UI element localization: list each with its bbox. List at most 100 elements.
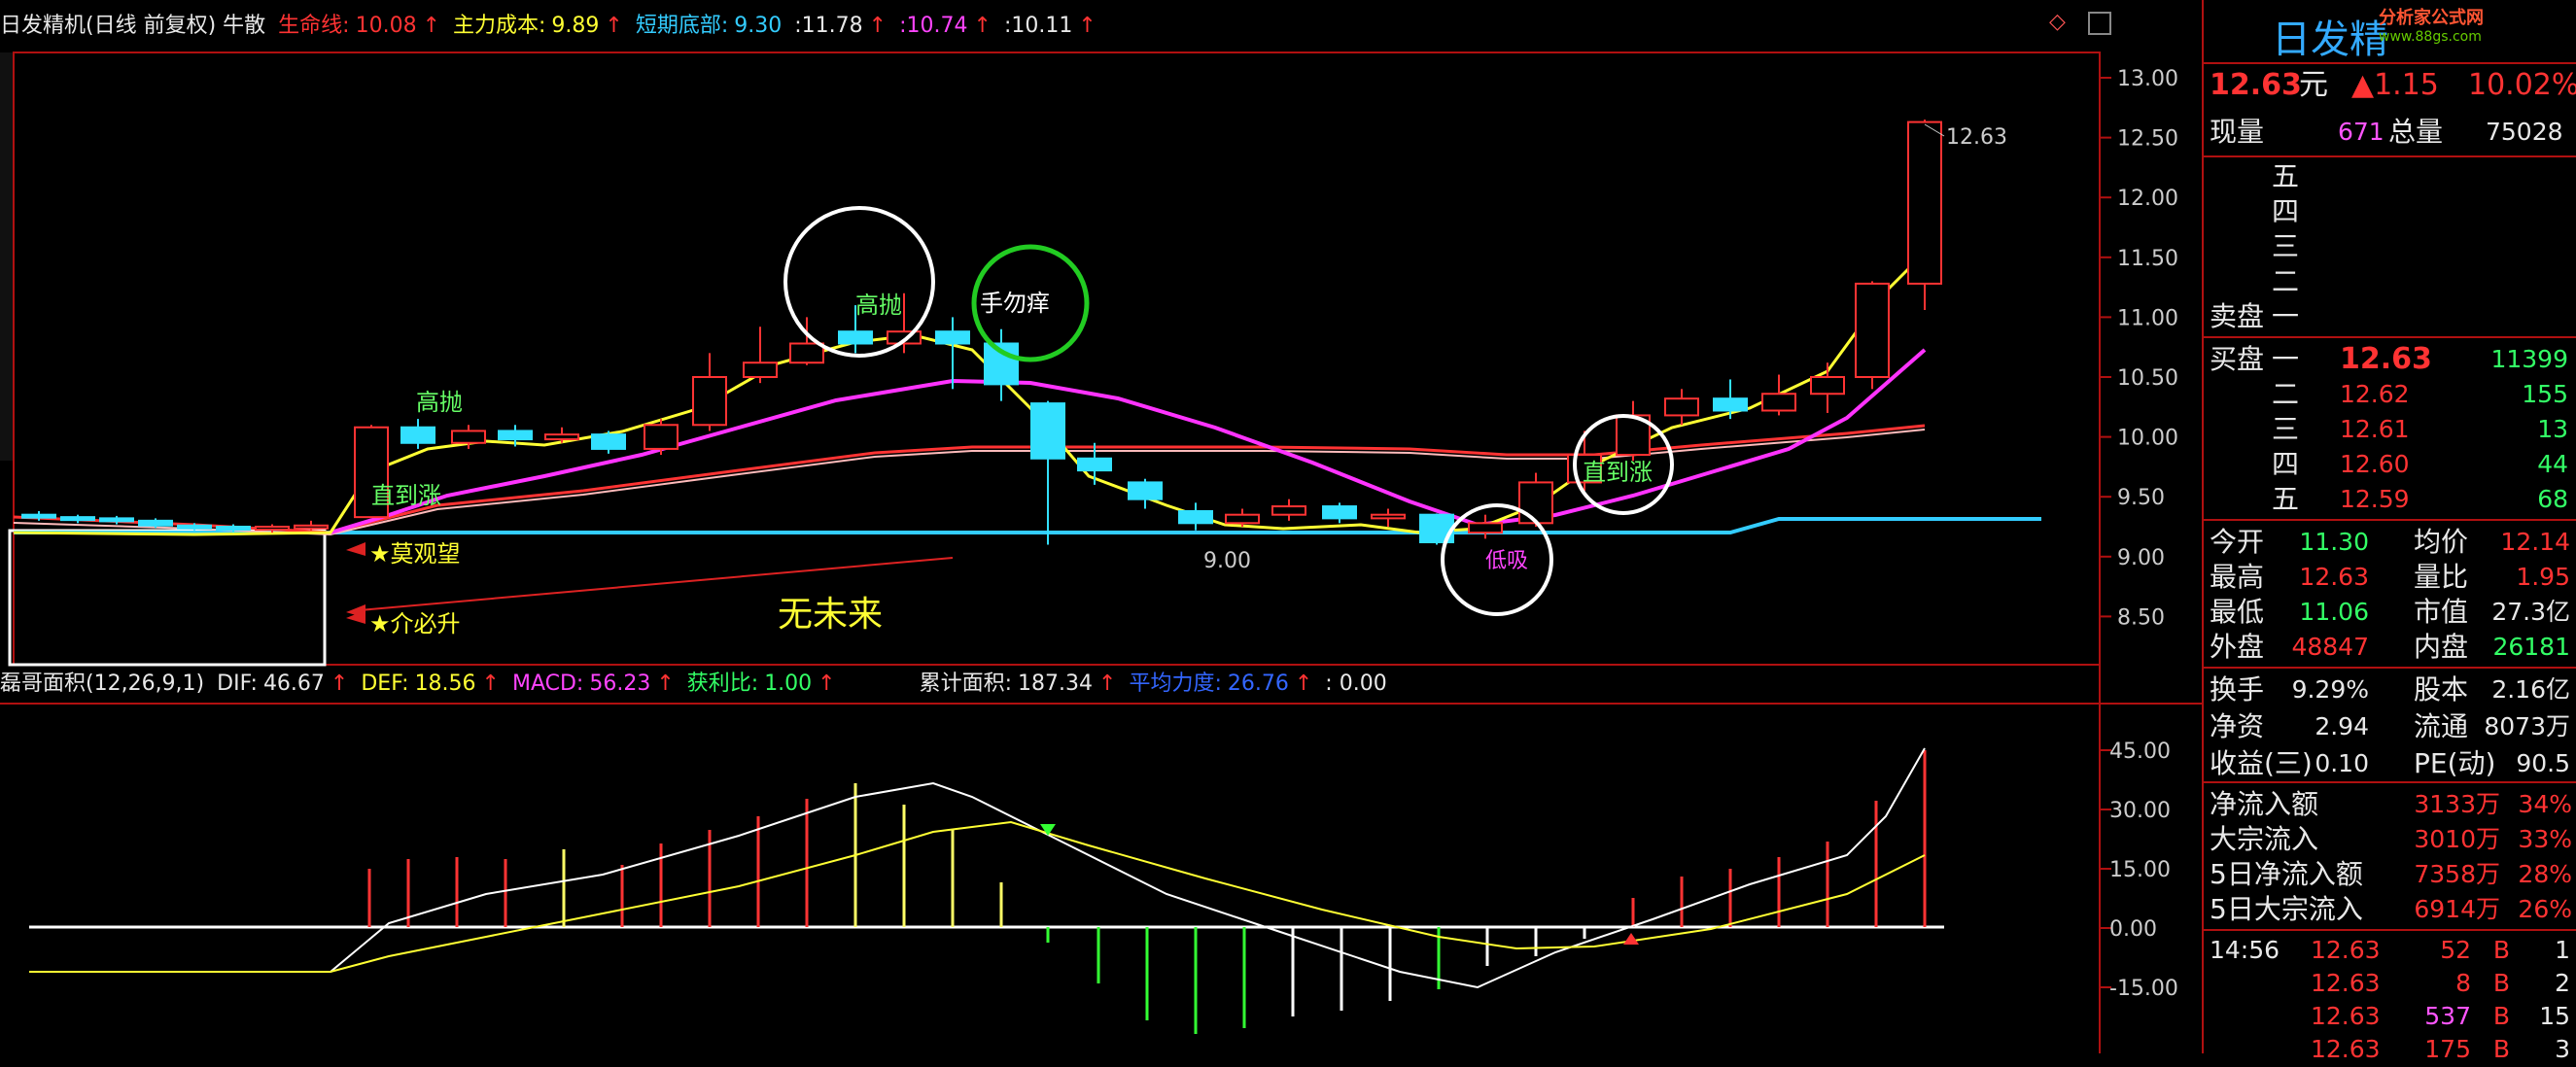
macd-bars bbox=[367, 750, 1927, 1034]
macd-label: MACD: bbox=[511, 671, 584, 696]
candle-up bbox=[544, 433, 579, 441]
up-arrow-icon: ↑ bbox=[481, 671, 500, 696]
stats-row: 最低 11.06 市值 27.3亿 bbox=[2210, 596, 2570, 628]
candle-down bbox=[838, 330, 873, 345]
sell-level-row: 卖盘一 bbox=[2210, 300, 2300, 332]
candle-down bbox=[1077, 457, 1112, 472]
candle-up bbox=[1271, 505, 1306, 516]
buy-level-row: 四 12.60 44 bbox=[2272, 448, 2568, 480]
zero-value: : 0.00 bbox=[1325, 671, 1387, 696]
y-tick-label: 10.50 bbox=[2117, 366, 2178, 391]
gaopao-label: 高抛 bbox=[855, 292, 902, 319]
sub-y-tick-label: 15.00 bbox=[2109, 858, 2171, 882]
up-arrow-icon: ↑ bbox=[1294, 671, 1313, 696]
stats-row: 换手 9.29% 股本 2.16亿 bbox=[2210, 673, 2570, 706]
stats-row: 净资 2.94 流通 8073万 bbox=[2210, 710, 2570, 742]
ratio-value: 1.00 bbox=[764, 671, 813, 696]
tick-row[interactable]: 12.63 8 B 2 bbox=[2204, 966, 2576, 1001]
sub-y-tick-label: 30.00 bbox=[2109, 799, 2171, 823]
candle-up bbox=[743, 361, 778, 379]
y-tick-label: 12.50 bbox=[2117, 127, 2178, 152]
candle-down bbox=[177, 524, 212, 530]
cum-label: 累计面积: bbox=[919, 671, 1013, 696]
candle-down bbox=[591, 433, 626, 450]
highlight-box bbox=[8, 529, 327, 667]
up-arrow-icon: ↑ bbox=[1098, 671, 1117, 696]
price-change: ▲1.15 bbox=[2351, 68, 2439, 102]
def-line bbox=[29, 820, 1926, 973]
up-arrow-icon: ↑ bbox=[330, 671, 349, 696]
up-arrow-icon bbox=[1623, 933, 1639, 945]
avg-value: 26.76 bbox=[1227, 671, 1289, 696]
candle-down bbox=[21, 513, 56, 519]
buy-level-row: 五 12.59 68 bbox=[2272, 483, 2568, 515]
quote-panel: 日发精 分析家公式网 www.88gs.com 12.63 元 ▲1.15 10.… bbox=[2202, 0, 2576, 1063]
candle-down bbox=[400, 426, 435, 444]
gaopao-label-2: 高抛 bbox=[416, 389, 463, 416]
buy-level-row: 二 12.62 155 bbox=[2272, 378, 2568, 410]
tick-row[interactable]: 12.63 175 B 3 bbox=[2204, 1032, 2576, 1067]
tick-row[interactable]: 14:56 12.63 52 B 1 bbox=[2204, 933, 2576, 968]
y-tick-label: 9.50 bbox=[2117, 486, 2165, 510]
candle-down bbox=[935, 330, 970, 345]
price-unit: 元 bbox=[2299, 68, 2328, 102]
sub-y-tick-label: 45.00 bbox=[2109, 740, 2171, 764]
zhidaozhang-label-2: 直到涨 bbox=[1583, 459, 1653, 486]
candle-up bbox=[1225, 513, 1260, 525]
fund-flow-row: 大宗流入 3010万 33% bbox=[2210, 823, 2572, 855]
tick-row[interactable]: 12.63 537 B 15 bbox=[2204, 999, 2576, 1034]
candle-up bbox=[294, 524, 329, 530]
sell-level-row: 五 bbox=[2272, 160, 2300, 192]
cum-value: 187.34 bbox=[1018, 671, 1094, 696]
kline-chart[interactable]: 13.00 12.50 12.00 11.50 11.00 10.50 10.00 9.50 9… bbox=[0, 0, 2202, 1053]
macd-value: 56.23 bbox=[589, 671, 651, 696]
sub-y-tick-label: 0.00 bbox=[2109, 917, 2157, 942]
candle-up bbox=[1855, 282, 1890, 378]
y-tick-label: 11.00 bbox=[2117, 306, 2178, 330]
candle-up bbox=[1907, 120, 1942, 285]
candle-up bbox=[1761, 393, 1796, 412]
dif-value: 46.67 bbox=[262, 671, 325, 696]
candle-up bbox=[451, 430, 486, 444]
candle-down bbox=[498, 430, 533, 441]
moguanwang-label: ★莫观望 bbox=[369, 540, 461, 568]
indicator-name: 磊哥面积(12,26,9,1) bbox=[0, 671, 205, 696]
wuweilai-label: 无未来 bbox=[778, 595, 883, 635]
candle-up bbox=[1810, 376, 1845, 396]
candle-up bbox=[789, 342, 824, 364]
sell-level-row: 四 bbox=[2272, 195, 2300, 227]
fund-flow-row: 5日大宗流入 6914万 26% bbox=[2210, 893, 2572, 925]
stock-name: 日发精 bbox=[2272, 17, 2388, 62]
candle-up bbox=[1518, 481, 1553, 525]
candle-up bbox=[644, 424, 679, 450]
price-row: 12.63 元 ▲1.15 10.02% bbox=[2204, 68, 2576, 103]
buy-level-row: 买盘一 12.63 11399 bbox=[2210, 342, 2568, 376]
sub-y-tick-label: -15.00 bbox=[2109, 977, 2178, 1001]
stats-row: 外盘 48847 内盘 26181 bbox=[2210, 631, 2570, 663]
buy-level-row: 三 12.61 13 bbox=[2272, 413, 2568, 445]
candle-up bbox=[1664, 397, 1699, 417]
candle-down bbox=[138, 519, 173, 527]
current-price: 12.63 bbox=[2210, 68, 2302, 102]
sell-level-row: 三 bbox=[2272, 230, 2300, 262]
candle-down bbox=[1322, 505, 1357, 520]
fund-flow-row: 净流入额 3133万 34% bbox=[2210, 788, 2572, 820]
sell-level-row: 二 bbox=[2272, 265, 2300, 297]
candle-up bbox=[1371, 513, 1406, 520]
avg-label: 平均力度: bbox=[1129, 671, 1222, 696]
candle-down bbox=[99, 517, 134, 523]
up-arrow-icon: ↑ bbox=[818, 671, 836, 696]
def-value: 18.56 bbox=[414, 671, 476, 696]
dixi-label: 低吸 bbox=[1485, 549, 1528, 573]
site-logo: 分析家公式网 www.88gs.com bbox=[2379, 8, 2484, 45]
candle-down bbox=[1713, 397, 1748, 412]
y-tick-label: 8.50 bbox=[2117, 605, 2165, 630]
dif-line bbox=[29, 747, 1926, 989]
up-arrow-icon: ↑ bbox=[656, 671, 675, 696]
y-tick-label: 13.00 bbox=[2117, 67, 2178, 91]
dif-label: DIF: bbox=[217, 671, 258, 696]
def-label: DEF: bbox=[361, 671, 409, 696]
arrow-left-icon bbox=[346, 542, 366, 556]
low-price-tag: 9.00 bbox=[1203, 549, 1251, 573]
candle-up bbox=[255, 526, 290, 531]
